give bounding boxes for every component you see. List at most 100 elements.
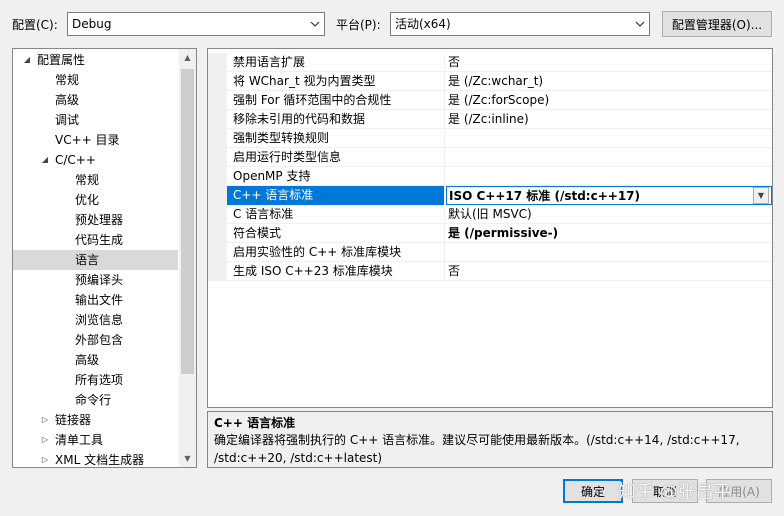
tree-item[interactable]: 常规 — [13, 170, 178, 190]
property-row[interactable]: 强制类型转换规则 — [208, 129, 772, 148]
tree-item[interactable]: 命令行 — [13, 390, 178, 410]
property-value[interactable]: 是 (/Zc:wchar_t) — [446, 72, 772, 91]
property-value[interactable]: 否 — [446, 262, 772, 281]
tree-item-label: 命令行 — [75, 393, 112, 407]
chevron-down-icon — [306, 13, 324, 35]
property-value[interactable]: 默认(旧 MSVC) — [446, 205, 772, 224]
tree-scrollbar[interactable]: ▲ ▼ — [179, 49, 196, 467]
row-gutter — [208, 110, 227, 129]
ok-button[interactable]: 确定 — [563, 479, 623, 503]
collapsed-arrow-icon[interactable]: ▷ — [39, 430, 51, 450]
property-value-text: 是 (/Zc:forScope) — [448, 93, 550, 107]
tree-item[interactable]: 常规 — [13, 70, 178, 90]
scroll-up-icon[interactable]: ▲ — [179, 49, 196, 66]
tree-item-label: 高级 — [55, 93, 80, 107]
watermark-text: 知乎 @张昌平 — [618, 482, 732, 503]
tree-item-label: 常规 — [75, 173, 100, 187]
property-row[interactable]: C 语言标准 默认(旧 MSVC) — [208, 205, 772, 224]
property-row[interactable]: 符合模式是 (/permissive-) — [208, 224, 772, 243]
property-value[interactable]: 否 — [446, 53, 772, 72]
row-gutter — [208, 224, 227, 243]
tree-item-label: 优化 — [75, 193, 100, 207]
tree-item[interactable]: 调试 — [13, 110, 178, 130]
property-row[interactable]: 生成 ISO C++23 标准库模块否 — [208, 262, 772, 281]
property-value[interactable] — [446, 129, 772, 148]
scroll-thumb[interactable] — [181, 69, 194, 374]
property-row[interactable]: 启用运行时类型信息 — [208, 148, 772, 167]
property-row[interactable]: OpenMP 支持 — [208, 167, 772, 186]
platform-select-value: 活动(x64) — [395, 17, 451, 31]
tree-item[interactable]: 高级 — [13, 350, 178, 370]
config-manager-button[interactable]: 配置管理器(O)... — [662, 11, 772, 37]
property-row[interactable]: 移除未引用的代码和数据是 (/Zc:inline) — [208, 110, 772, 129]
tree-item-label: C/C++ — [55, 153, 96, 167]
property-value[interactable]: 是 (/permissive-) — [446, 224, 772, 243]
tree-item-label: XML 文档生成器 — [55, 453, 145, 467]
tree-item[interactable]: ▷ 链接器 — [13, 410, 178, 430]
tree-item-label: 常规 — [55, 73, 80, 87]
config-label: 配置(C): — [12, 18, 58, 32]
property-row[interactable]: C++ 语言标准 ISO C++17 标准 (/std:c++17) ▼ — [208, 186, 772, 205]
tree-item[interactable]: 预编译头 — [13, 270, 178, 290]
property-value[interactable]: 是 (/Zc:forScope) — [446, 91, 772, 110]
tree-item[interactable]: 浏览信息 — [13, 310, 178, 330]
property-value[interactable] — [446, 148, 772, 167]
chevron-down-icon — [631, 13, 649, 35]
value-dropdown-icon[interactable]: ▼ — [753, 187, 769, 204]
property-row[interactable]: 禁用语言扩展否 — [208, 53, 772, 72]
collapsed-arrow-icon[interactable]: ▷ — [39, 410, 51, 430]
collapsed-arrow-icon[interactable]: ▷ — [39, 450, 51, 467]
tree-item[interactable]: 语言 — [13, 250, 178, 270]
tree-item-label: 清单工具 — [55, 433, 104, 447]
property-value-text: 默认(旧 MSVC) — [448, 207, 532, 221]
row-gutter — [208, 243, 227, 262]
property-name: 移除未引用的代码和数据 — [227, 110, 445, 129]
tree-item[interactable]: ◢ C/C++ — [13, 150, 178, 170]
property-value[interactable]: ISO C++17 标准 (/std:c++17) ▼ — [446, 186, 772, 205]
tree-item[interactable]: 高级 — [13, 90, 178, 110]
property-row[interactable]: 强制 For 循环范围中的合规性是 (/Zc:forScope) — [208, 91, 772, 110]
scroll-down-icon[interactable]: ▼ — [179, 450, 196, 467]
config-select[interactable]: Debug — [67, 12, 325, 36]
expanded-arrow-icon[interactable]: ◢ — [21, 50, 33, 70]
row-gutter — [208, 205, 227, 224]
tree-item-label: 浏览信息 — [75, 313, 124, 327]
tree-item[interactable]: ▷ 清单工具 — [13, 430, 178, 450]
row-gutter — [208, 129, 227, 148]
row-gutter — [208, 167, 227, 186]
platform-label: 平台(P): — [336, 18, 381, 32]
description-text: 确定编译器将强制执行的 C++ 语言标准。建议尽可能使用最新版本。(/std:c… — [214, 433, 740, 465]
property-name: 生成 ISO C++23 标准库模块 — [227, 262, 445, 281]
tree-item[interactable]: 优化 — [13, 190, 178, 210]
property-value-text: ISO C++17 标准 (/std:c++17) — [449, 189, 640, 203]
property-value-text: 否 — [448, 264, 461, 278]
tree-item[interactable]: VC++ 目录 — [13, 130, 178, 150]
description-panel: C++ 语言标准 确定编译器将强制执行的 C++ 语言标准。建议尽可能使用最新版… — [207, 411, 773, 468]
tree-item-label: 输出文件 — [75, 293, 124, 307]
property-name: 将 WChar_t 视为内置类型 — [227, 72, 445, 91]
property-value-text: 是 (/Zc:wchar_t) — [448, 74, 544, 88]
tree-item[interactable]: ◢ 配置属性 — [13, 50, 178, 70]
property-value[interactable]: 是 (/Zc:inline) — [446, 110, 772, 129]
tree-item[interactable]: 输出文件 — [13, 290, 178, 310]
platform-select[interactable]: 活动(x64) — [390, 12, 650, 36]
tree-item[interactable]: 所有选项 — [13, 370, 178, 390]
tree-item-label: VC++ 目录 — [55, 133, 120, 147]
property-row[interactable]: 将 WChar_t 视为内置类型是 (/Zc:wchar_t) — [208, 72, 772, 91]
property-value[interactable] — [446, 243, 772, 262]
tree-item-label: 预编译头 — [75, 273, 124, 287]
tree-item-label: 链接器 — [55, 413, 92, 427]
expanded-arrow-icon[interactable]: ◢ — [39, 150, 51, 170]
tree-item[interactable]: 预处理器 — [13, 210, 178, 230]
config-select-value: Debug — [72, 17, 112, 31]
property-value[interactable] — [446, 167, 772, 186]
property-name: 禁用语言扩展 — [227, 53, 445, 72]
property-name: C 语言标准 — [227, 205, 445, 224]
tree-item[interactable]: ▷ XML 文档生成器 — [13, 450, 178, 467]
tree-item[interactable]: 代码生成 — [13, 230, 178, 250]
tree-item[interactable]: 外部包含 — [13, 330, 178, 350]
property-tree: ◢ 配置属性 常规 高级 调试 VC++ 目录 ◢ C/C++ 常规 优化 预处理器 代码生成 语言 预编… — [12, 48, 197, 468]
tree-item-label: 代码生成 — [75, 233, 124, 247]
property-row[interactable]: 启用实验性的 C++ 标准库模块 — [208, 243, 772, 262]
property-name: C++ 语言标准 — [227, 186, 445, 205]
